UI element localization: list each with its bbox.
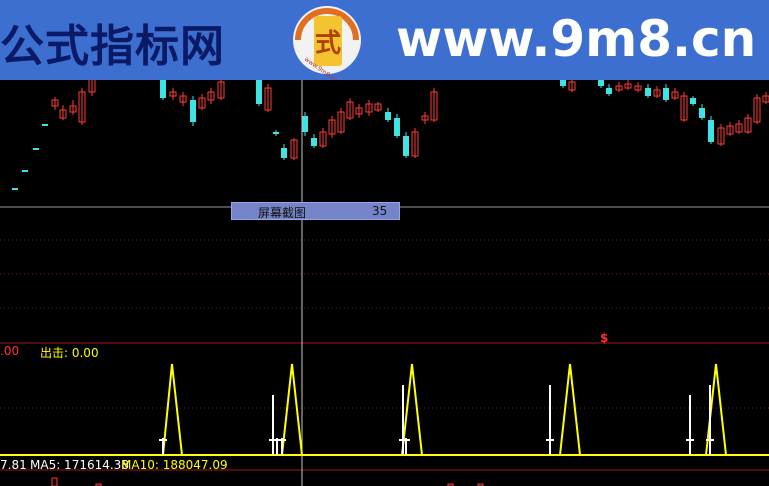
candle-body [302,116,308,132]
indicator-left-value: .00 [0,344,20,358]
candle-body [560,80,566,86]
site-name-text: 公式指标网 [0,21,225,72]
tooltip-value: 35 [372,204,388,218]
candle-body [690,98,696,104]
watermark-banner: 公式指标网 式 www.9m8.cn www.9m8.cn [0,0,769,80]
ma10-label: MA10: 188047.09 [121,458,228,472]
signal-spike [162,363,183,456]
ma5-label: MA5: 171614.38 [30,458,129,472]
candle-body [256,80,262,104]
candle-body [394,118,400,136]
candle-body [403,136,409,156]
indicator-exit-label: 出击: 0.00 [40,346,99,360]
site-logo-icon: 式 www.9m8.cn [293,6,361,80]
signal-spike [281,363,303,456]
candle-body [160,80,166,98]
candle-body [598,80,604,86]
candle-body [33,148,39,150]
signal-symbol: $ [600,331,609,345]
volume-value: 7.81 [0,458,27,472]
candle-body [645,88,651,96]
candle-body [311,138,317,146]
candle-body [385,112,391,120]
tooltip-label: 屏幕截图 [258,206,307,220]
volume-bar [51,477,58,486]
site-url-text: www.9m8.cn [396,10,757,68]
candle-body [273,132,279,134]
candle-body [606,88,612,94]
candle-body [22,170,28,172]
candle-body [663,88,669,100]
logo-char: 式 [315,29,341,59]
candle-body [708,120,714,142]
chart-window[interactable]: 公式指标网 式 www.9m8.cn www.9m8.cn 屏幕截图 35 $ … [0,0,769,486]
candle-body [190,100,196,122]
signal-spike [559,363,581,456]
candle-body [12,188,18,190]
candle-body [699,108,705,118]
crosshair-tooltip: 屏幕截图 35 [231,202,400,220]
candle-body [281,148,287,158]
candle-body [42,124,48,126]
